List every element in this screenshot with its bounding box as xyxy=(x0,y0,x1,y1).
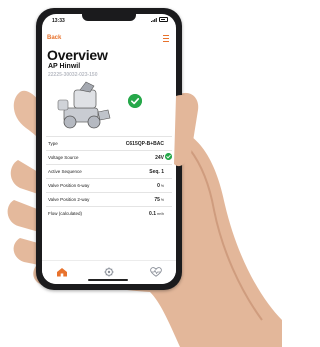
info-row-sequence: Active Sequence Seq. 1 xyxy=(46,164,172,178)
info-row-type: Type C615QP-B+BAC xyxy=(46,136,172,150)
menu-icon[interactable] xyxy=(163,35,169,42)
status-ok-icon xyxy=(128,94,142,108)
page-title: Overview xyxy=(47,47,108,63)
row-label: Valve Position 6-way xyxy=(48,183,90,188)
row-label: Active Sequence xyxy=(48,169,82,174)
row-value: 0% xyxy=(157,182,164,189)
status-time: 13:33 xyxy=(52,18,65,24)
row-label: Type xyxy=(48,141,58,146)
row-value: 0.1m³/h xyxy=(149,210,164,217)
info-row-flow: Flow (calculated) 0.1m³/h xyxy=(46,206,172,220)
device-name: AP Hinwil xyxy=(48,63,81,70)
app-screen: 13:33 Back Overview AP Hinwil 22225-3003… xyxy=(42,14,176,284)
valve-device-image xyxy=(57,81,111,129)
back-button[interactable]: Back xyxy=(47,35,61,41)
row-value: 75% xyxy=(154,196,164,203)
row-value: C615QP-B+BAC xyxy=(125,140,164,147)
gear-icon[interactable] xyxy=(103,267,115,277)
home-indicator xyxy=(88,279,128,281)
info-row-valve-2way: Valve Position 2-way 75% xyxy=(46,192,172,206)
row-label: Voltage Source xyxy=(48,155,79,160)
bottom-tab-bar xyxy=(42,260,176,284)
home-icon[interactable] xyxy=(56,267,68,277)
row-value: 24V xyxy=(155,154,164,161)
info-row-voltage: Voltage Source 24V xyxy=(46,150,172,164)
row-value: Seq. 1 xyxy=(149,168,164,175)
check-icon xyxy=(165,153,172,160)
row-label: Flow (calculated) xyxy=(48,211,83,216)
battery-icon xyxy=(159,17,168,22)
device-serial: 22225-30032-023-150 xyxy=(48,72,98,78)
row-label: Valve Position 2-way xyxy=(48,197,90,202)
phone-notch xyxy=(82,14,136,21)
status-icons xyxy=(151,17,168,22)
info-row-valve-6way: Valve Position 6-way 0% xyxy=(46,178,172,192)
signal-icon xyxy=(151,17,157,22)
heartbeat-icon[interactable] xyxy=(150,267,162,277)
device-info-list: Type C615QP-B+BAC Voltage Source 24V Act… xyxy=(46,136,172,220)
